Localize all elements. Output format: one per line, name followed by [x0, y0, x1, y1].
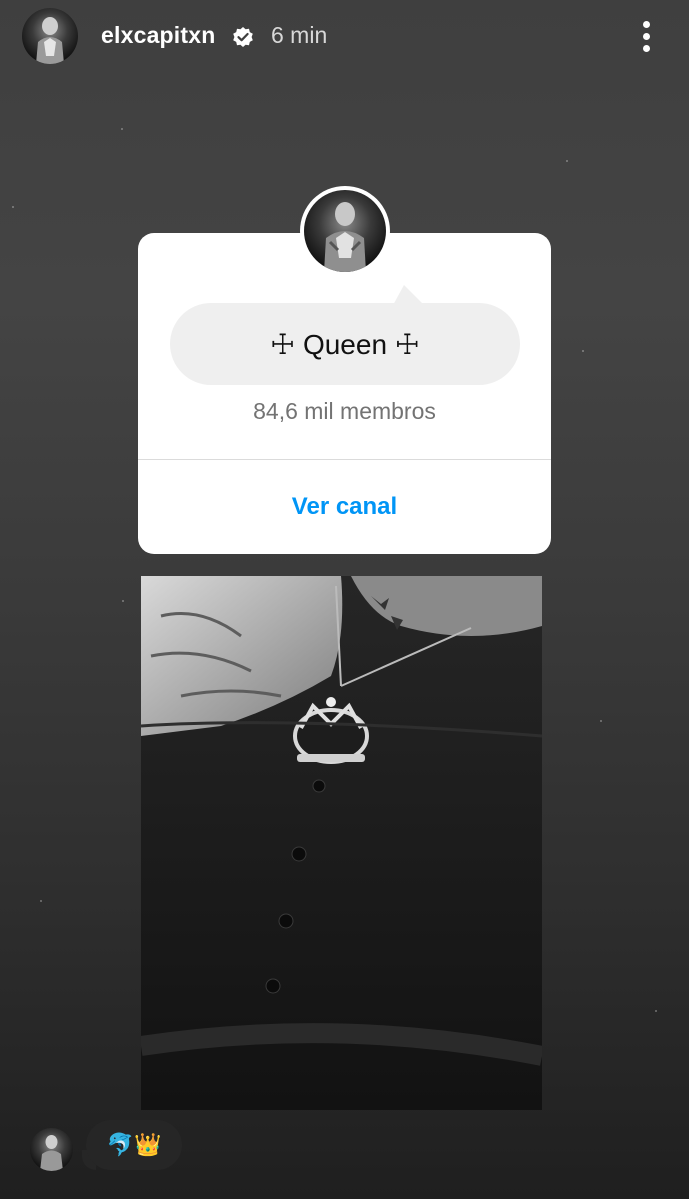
channel-avatar[interactable] — [304, 190, 386, 272]
reply-bubble[interactable]: 🐬👑 — [86, 1120, 182, 1170]
channel-name-bubble: ☩ Queen ☩ — [170, 285, 520, 385]
viewer-avatar[interactable] — [30, 1128, 73, 1171]
post-time: 6 min — [271, 22, 328, 48]
username[interactable]: elxcapitxn — [101, 22, 216, 49]
channel-name: ☩ Queen ☩ — [170, 303, 520, 385]
more-vertical-icon[interactable] — [636, 18, 658, 54]
channel-avatar-ring — [300, 186, 390, 276]
view-channel-button[interactable]: Ver canal — [138, 460, 551, 554]
user-avatar[interactable] — [22, 8, 78, 64]
channel-card: ☩ Queen ☩ 84,6 mil membros Ver canal — [138, 233, 551, 554]
verified-badge-icon — [233, 27, 253, 47]
story-header: elxcapitxn 6 min — [0, 0, 689, 72]
member-count: 84,6 mil membros — [253, 398, 436, 424]
story-photo — [141, 576, 542, 1110]
